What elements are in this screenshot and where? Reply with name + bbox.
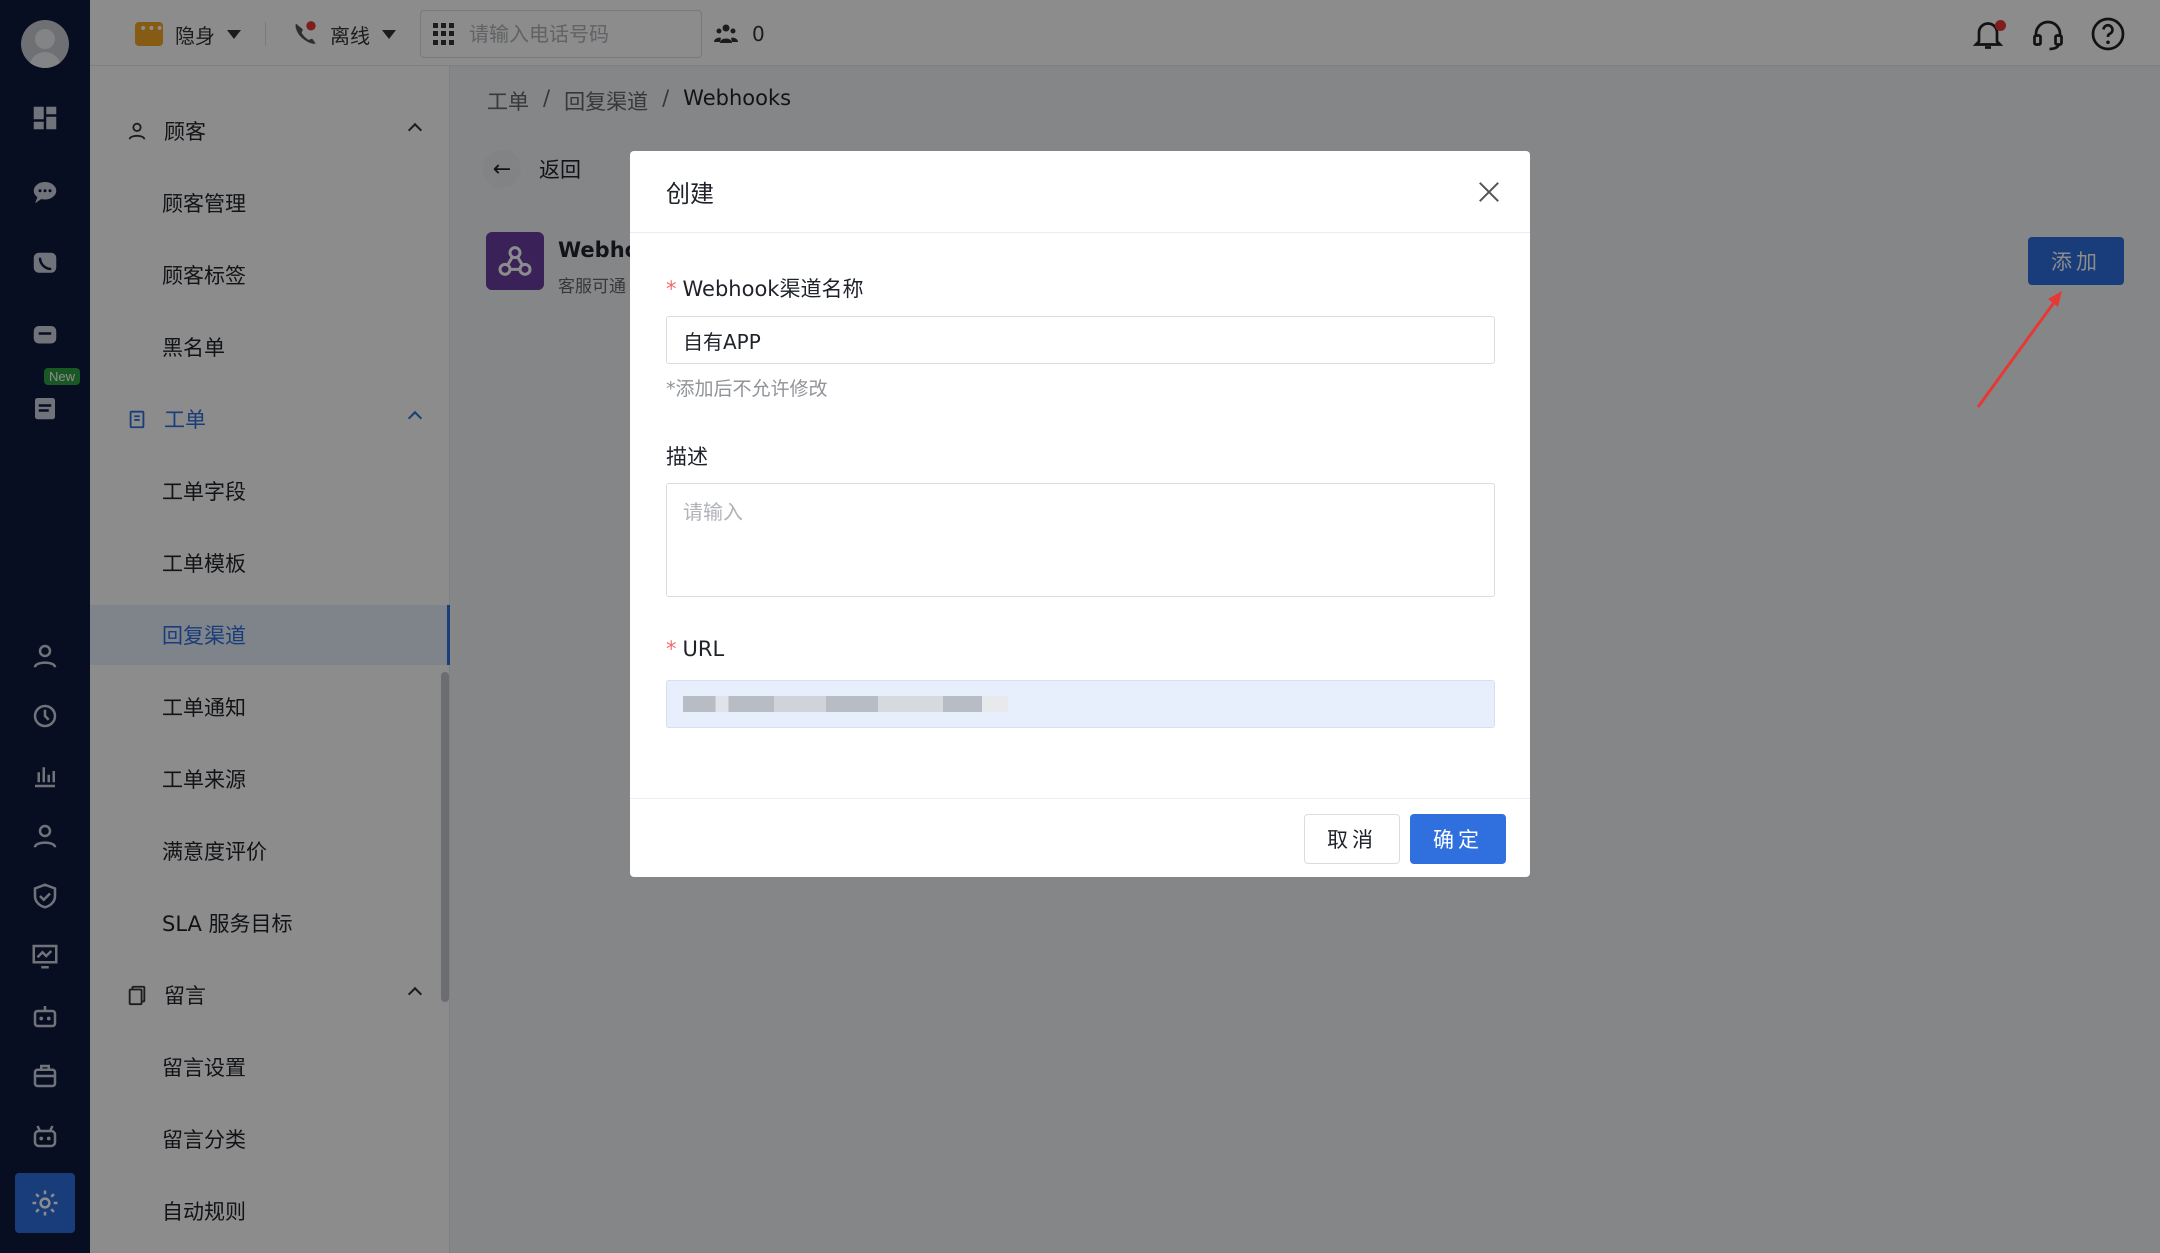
channel-name-label: * Webhook渠道名称 bbox=[666, 277, 864, 301]
cancel-button[interactable]: 取消 bbox=[1304, 814, 1400, 864]
description-textarea[interactable] bbox=[666, 483, 1495, 597]
required-mark: * bbox=[666, 277, 677, 301]
channel-name-input[interactable] bbox=[666, 316, 1495, 364]
channel-name-hint: *添加后不允许修改 bbox=[666, 378, 828, 400]
dialog-header: 创建 bbox=[630, 151, 1530, 233]
redacted-url bbox=[683, 696, 1008, 712]
url-input[interactable] bbox=[666, 680, 1495, 728]
description-label: 描述 bbox=[666, 445, 708, 469]
dialog-title: 创建 bbox=[666, 180, 714, 208]
close-icon[interactable] bbox=[1474, 177, 1504, 207]
required-mark: * bbox=[666, 637, 677, 661]
confirm-button[interactable]: 确定 bbox=[1410, 814, 1506, 864]
dialog-footer: 取消 确定 bbox=[630, 798, 1530, 877]
create-dialog: 创建 *Webhook渠道名称 *添加后不允许修改 描述 *URL 取消 确定 bbox=[630, 151, 1530, 877]
annotation-arrow bbox=[1976, 291, 2062, 408]
url-label: * URL bbox=[666, 637, 725, 661]
